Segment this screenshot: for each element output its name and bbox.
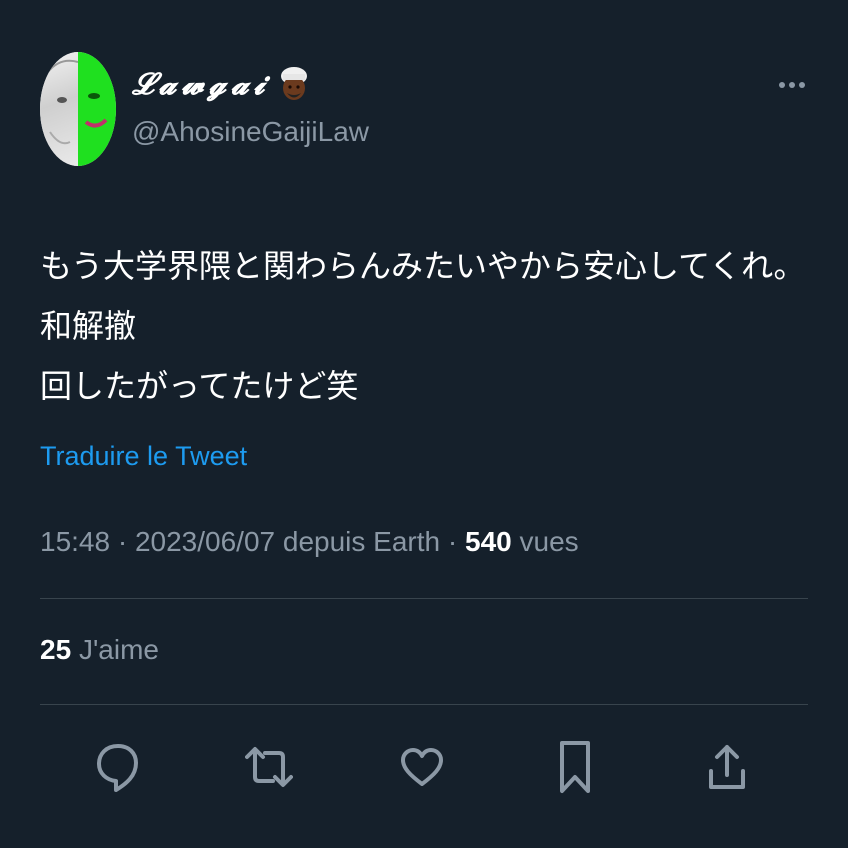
likes-count: 25 bbox=[40, 634, 72, 665]
tweet-detail-page: 𝓛𝓪𝔀𝓰𝓪𝓲 @AhosineGaijiLaw もう大学界隈と関わらんみたいやか… bbox=[0, 0, 848, 848]
display-name-text: 𝓛𝓪𝔀𝓰𝓪𝓲 bbox=[132, 66, 270, 102]
divider bbox=[40, 704, 808, 705]
avatar-face bbox=[47, 59, 108, 145]
views-count: 540 bbox=[465, 526, 512, 557]
share-icon bbox=[709, 745, 745, 789]
tweet-text-line: もう大学界隈と関わらんみたいやから安心してくれ。和解撤 bbox=[40, 247, 806, 345]
like-icon bbox=[401, 748, 443, 786]
translate-tweet-link[interactable]: Traduire le Tweet bbox=[40, 441, 247, 472]
more-dot-icon bbox=[799, 82, 805, 88]
action-bar bbox=[40, 735, 808, 799]
divider bbox=[40, 598, 808, 599]
tweet-meta: 15:48 · 2023/06/07 depuis Earth · 540 vu… bbox=[40, 526, 579, 558]
share-button[interactable] bbox=[697, 735, 757, 799]
retweet-icon bbox=[245, 747, 293, 787]
tweet-source: depuis Earth bbox=[282, 526, 441, 557]
tweet-time[interactable]: 15:48 bbox=[40, 526, 110, 557]
reply-button[interactable] bbox=[88, 735, 148, 799]
meta-separator: · bbox=[440, 526, 465, 557]
avatar[interactable] bbox=[40, 52, 116, 166]
bookmark-button[interactable] bbox=[545, 735, 605, 799]
likes-stat[interactable]: 25 J'aime bbox=[40, 634, 159, 666]
tweet-text: もう大学界隈と関わらんみたいやから安心してくれ。和解撤 回したがってたけど笑 bbox=[40, 236, 808, 416]
views-label: vues bbox=[519, 526, 579, 557]
more-dot-icon bbox=[789, 82, 795, 88]
display-name[interactable]: 𝓛𝓪𝔀𝓰𝓪𝓲 bbox=[132, 66, 309, 102]
like-button[interactable] bbox=[392, 735, 452, 799]
user-handle[interactable]: @AhosineGaijiLaw bbox=[132, 116, 369, 148]
reply-icon bbox=[97, 744, 138, 792]
man-with-turban-emoji-icon bbox=[279, 66, 309, 102]
meta-separator: · bbox=[110, 526, 135, 557]
tweet-date[interactable]: 2023/06/07 bbox=[135, 526, 275, 557]
likes-label: J'aime bbox=[78, 634, 159, 665]
retweet-button[interactable] bbox=[239, 735, 299, 799]
tweet-text-line: 回したがってたけど笑 bbox=[40, 367, 359, 405]
more-options-button[interactable] bbox=[772, 70, 812, 100]
bookmark-icon bbox=[560, 741, 590, 793]
more-dot-icon bbox=[779, 82, 785, 88]
